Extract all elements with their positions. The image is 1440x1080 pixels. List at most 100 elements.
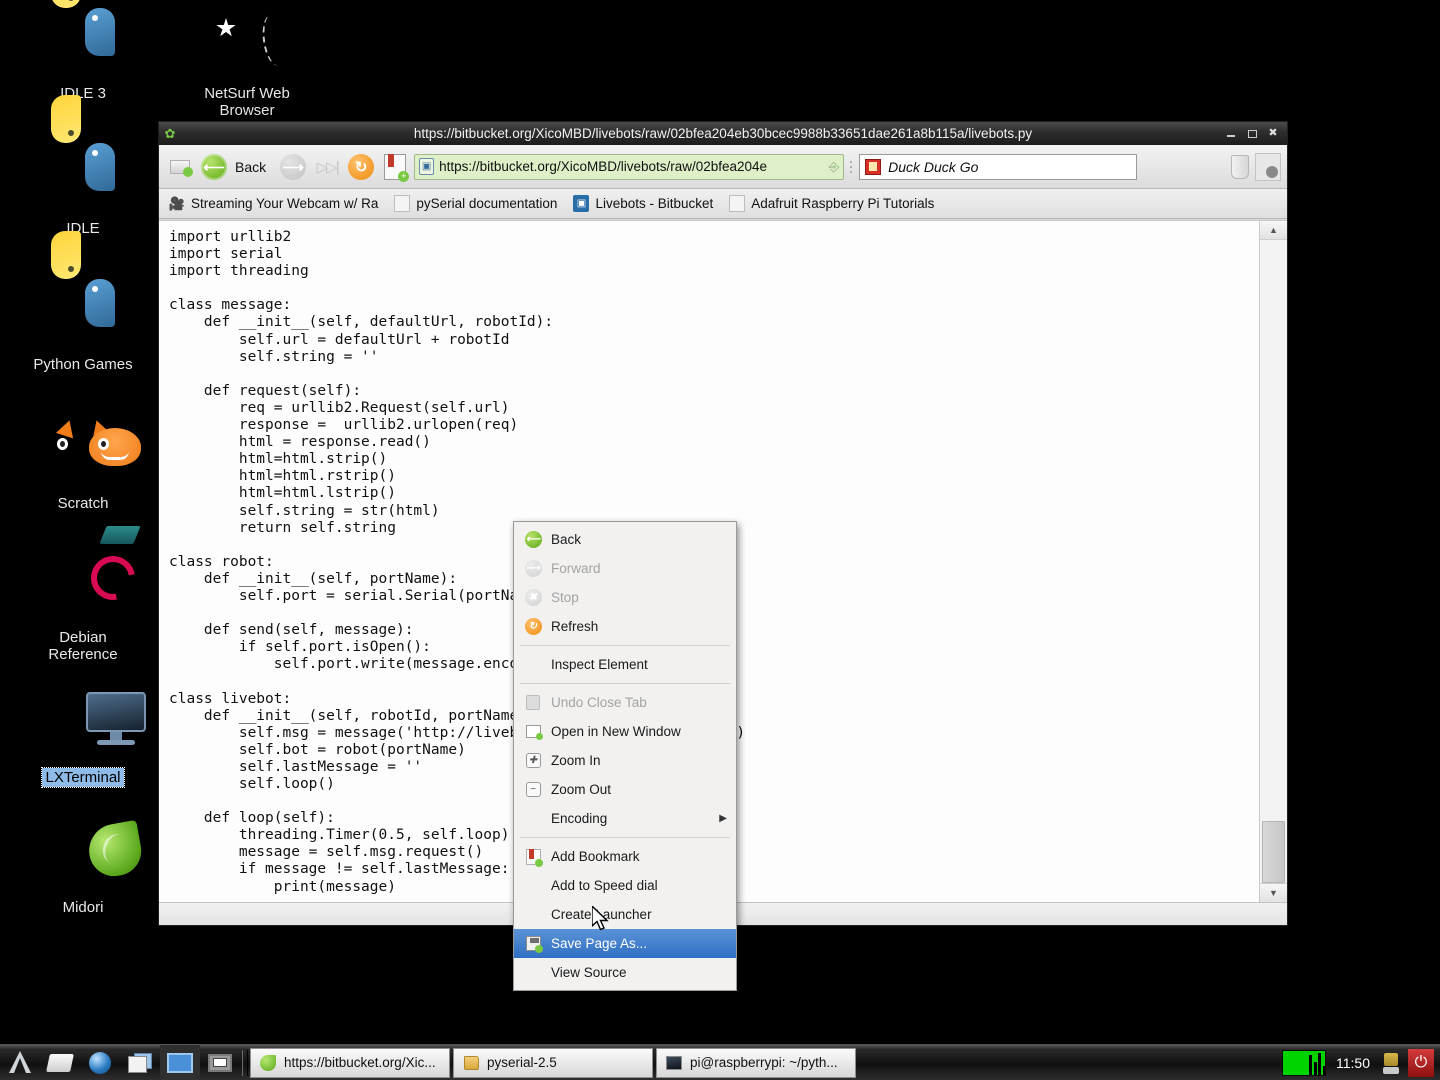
new-tab-icon[interactable] [165,151,195,183]
taskbar-window-midori[interactable]: https://bitbucket.org/Xic... [250,1048,450,1078]
start-menu-icon[interactable] [0,1045,40,1080]
desktop-2-icon[interactable] [200,1045,240,1080]
new-window-icon [523,722,543,742]
menu-item-zoom-in[interactable]: ✚ Zoom In [514,746,736,775]
back-button-label[interactable]: Back [235,159,266,175]
menu-item-refresh[interactable]: ↻ Refresh [514,612,736,641]
window-list-icon[interactable] [120,1045,160,1080]
taskbar[interactable]: https://bitbucket.org/Xic... pyserial-2.… [0,1044,1440,1080]
menu-item-forward: ⟶ Forward [514,554,736,583]
forward-circle-icon: ⟶ [523,559,543,579]
maximize-icon[interactable] [1246,128,1258,140]
menu-item-label: Forward [551,561,601,576]
taskbar-window-label: https://bitbucket.org/Xic... [284,1055,436,1070]
back-circle-icon: ⟵ [523,530,543,550]
scrollbar-track[interactable] [1260,240,1287,883]
bookmark-label: pySerial documentation [416,196,557,211]
toolbar-grip[interactable] [848,156,855,178]
taskbar-window-label: pi@raspberrypi: ~/pyth... [690,1055,838,1070]
url-text[interactable]: https://bitbucket.org/XicoMBD/livebots/r… [439,159,824,174]
system-tray[interactable]: 11:50 ⏻ [1282,1049,1440,1077]
scrollbar-thumb[interactable] [1262,821,1285,883]
desktop-icon-idle3[interactable]: IDLE 3 [8,8,158,103]
back-arrow-icon: ⟵ [201,154,227,180]
menu-item-label: Back [551,532,581,547]
desktop-icon-label: NetSurf Web Browser [201,84,293,120]
context-menu[interactable]: ⟵ Back ⟶ Forward ✖ Stop ↻ Refresh Inspec… [513,521,737,991]
menu-item-label: Add Bookmark [551,849,640,864]
no-icon [523,809,543,829]
window-titlebar[interactable]: ✿ https://bitbucket.org/XicoMBD/livebots… [159,122,1287,145]
minimize-icon[interactable] [1225,128,1237,140]
terminal-monitor-icon [8,692,158,764]
go-arrow-icon[interactable]: ⎆ [829,159,839,175]
menu-item-add-bookmark[interactable]: Add Bookmark [514,842,736,871]
scroll-up-icon[interactable]: ▲ [1260,221,1287,240]
close-icon[interactable]: ✖ [1267,128,1279,140]
window-controls[interactable]: ✖ [1225,128,1287,140]
menu-item-add-to-speed-dial[interactable]: Add to Speed dial [514,871,736,900]
scroll-down-icon[interactable]: ▼ [1260,883,1287,902]
reload-button[interactable]: ↻ [346,151,376,183]
terminal-icon [665,1054,683,1072]
menu-separator [520,837,730,838]
web-browser-icon[interactable] [80,1045,120,1080]
menu-item-encoding[interactable]: Encoding ▶ [514,804,736,833]
bookmarks-bar[interactable]: 🎥 Streaming Your Webcam w/ Ra pySerial d… [159,189,1287,219]
desktop-icon-debian-reference[interactable]: Debian Reference [8,552,158,664]
menu-item-label: Stop [551,590,579,605]
desktop-icon-scratch[interactable]: Scratch [8,418,158,513]
file-manager-icon[interactable] [40,1045,80,1080]
desktop-icon-python-games[interactable]: Python Games [8,279,158,374]
bookmark-label: Livebots - Bitbucket [595,196,713,211]
bookmark-item[interactable]: Adafruit Raspberry Pi Tutorials [729,195,934,212]
zoom-out-icon: − [523,780,543,800]
bitbucket-icon: ▣ [573,195,589,212]
menu-separator [520,645,730,646]
desktop-icon-label: Debian Reference [45,628,120,664]
fast-forward-icon[interactable]: ▷▷| [312,151,342,183]
menu-item-label: Undo Close Tab [551,695,647,710]
menu-item-save-page-as[interactable]: Save Page As... [514,929,736,958]
page-icon [394,195,410,212]
menu-item-view-source[interactable]: View Source [514,958,736,987]
add-bookmark-icon[interactable]: + [380,151,410,183]
menu-item-label: Encoding [551,811,607,826]
desktop-icon-netsurf[interactable]: NetSurf Web Browser [172,8,322,120]
desktop-icon-midori[interactable]: Midori [8,822,158,917]
zoom-in-icon: ✚ [523,751,543,771]
taskbar-window-pyserial[interactable]: pyserial-2.5 [453,1048,653,1078]
midori-leaf-icon [8,822,158,894]
tools-gear-icon[interactable] [1255,153,1281,181]
refresh-circle-icon: ↻ [523,617,543,637]
taskbar-window-terminal[interactable]: pi@raspberrypi: ~/pyth... [656,1048,856,1078]
shutdown-icon[interactable]: ⏻ [1408,1049,1434,1077]
menu-item-open-in-new-window[interactable]: Open in New Window [514,717,736,746]
url-input[interactable]: ▣ https://bitbucket.org/XicoMBD/livebots… [414,154,844,180]
desktop-icon-idle[interactable]: IDLE [8,143,158,238]
desktop-1-icon[interactable] [160,1045,200,1080]
page-favicon-icon: ▣ [419,158,434,175]
menu-item-back[interactable]: ⟵ Back [514,525,736,554]
menu-item-label: Zoom In [551,753,601,768]
desktop-icon-lxterminal[interactable]: LXTerminal [8,692,158,787]
menu-item-zoom-out[interactable]: − Zoom Out [514,775,736,804]
panel-icon[interactable] [1231,155,1249,179]
netsurf-globe-icon [172,8,322,80]
back-button[interactable]: ⟵ [199,151,229,183]
search-text[interactable]: Duck Duck Go [888,159,978,175]
bookmark-item[interactable]: ▣ Livebots - Bitbucket [573,195,713,212]
search-input[interactable]: Duck Duck Go [859,154,1137,180]
menu-item-create-launcher[interactable]: Create Launcher [514,900,736,929]
menu-item-stop: ✖ Stop [514,583,736,612]
bookmark-item[interactable]: 🎥 Streaming Your Webcam w/ Ra [169,195,378,212]
cpu-graph-icon[interactable] [1282,1050,1326,1076]
lock-screen-icon[interactable] [1380,1051,1402,1075]
bookmark-item[interactable]: pySerial documentation [394,195,557,212]
forward-button[interactable]: ⟶ [278,151,308,183]
vertical-scrollbar[interactable]: ▲ ▼ [1259,221,1287,902]
browser-toolbar[interactable]: ⟵ Back ⟶ ▷▷| ↻ + ▣ https://bitbucket.org… [159,145,1287,189]
clock[interactable]: 11:50 [1332,1055,1374,1071]
folder-icon [462,1054,480,1072]
menu-item-inspect-element[interactable]: Inspect Element [514,650,736,679]
